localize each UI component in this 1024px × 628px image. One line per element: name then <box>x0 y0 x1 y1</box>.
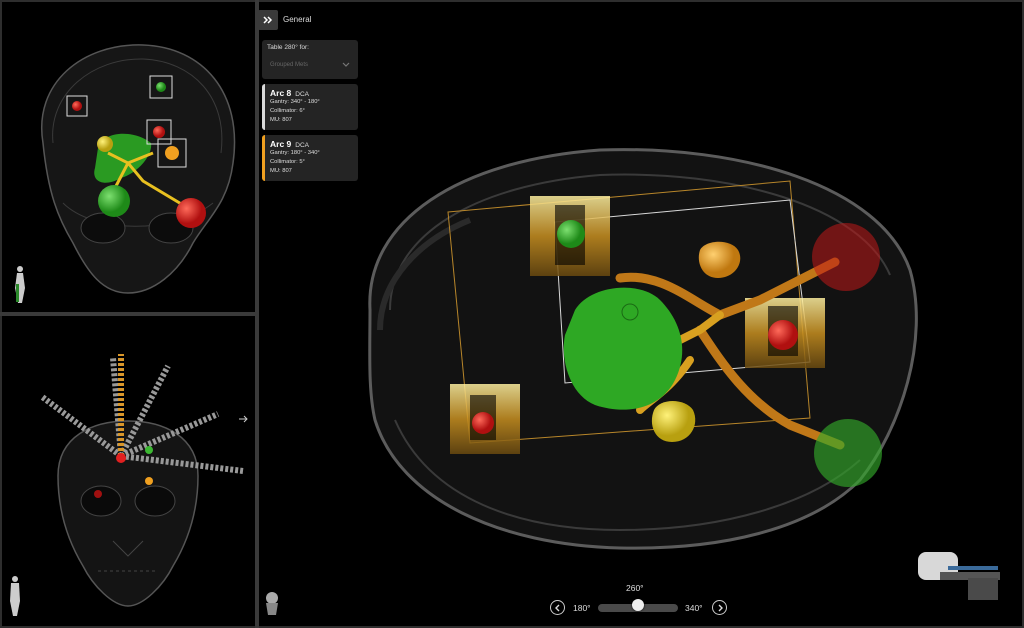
arc-gantry: Gantry: 180° - 340° <box>270 150 320 156</box>
table-selector-card: Table 280° for: Grouped Mets <box>262 40 358 79</box>
slider-min-label: 180° <box>573 603 591 613</box>
slider-prev-button[interactable] <box>550 600 565 615</box>
linac-machine-icon <box>918 552 1000 600</box>
skull-render <box>41 44 236 294</box>
view-3d-anterior[interactable] <box>3 3 255 312</box>
arc-mu: MU: 807 <box>270 116 292 123</box>
arc-color-stripe <box>262 84 265 130</box>
chevron-right-icon <box>718 604 723 611</box>
slider-next-button[interactable] <box>712 600 727 615</box>
skull-front-render <box>57 420 199 607</box>
arc-collimator: Collimator: 5° <box>270 158 305 165</box>
table-label: Table 280° for: <box>267 44 309 51</box>
slider-max-label: 340° <box>685 603 703 613</box>
arc-name: Arc 9 <box>270 139 292 149</box>
double-chevron-right-icon <box>263 16 273 24</box>
slider-current-value: 260° <box>626 583 644 593</box>
arc-type: DCA <box>295 91 309 98</box>
target-orange <box>145 477 153 485</box>
horizontal-divider[interactable] <box>0 312 257 316</box>
arc-mu: MU: 807 <box>270 167 292 174</box>
target-green <box>145 446 153 454</box>
chevron-down-icon <box>342 62 350 67</box>
gantry-slider-thumb[interactable] <box>632 599 644 611</box>
target-red-dim <box>94 490 102 498</box>
chevron-left-icon <box>554 604 559 611</box>
view-beam-arrangement[interactable] <box>3 316 255 624</box>
view-3d-main[interactable] <box>259 3 1021 624</box>
arc-type: DCA <box>295 142 309 149</box>
orientation-head-icon <box>266 592 278 615</box>
orientation-figure-icon <box>10 576 20 616</box>
arc-card-9[interactable]: Arc 9 DCA Gantry: 180° - 340° Collimator:… <box>262 135 358 181</box>
target-red <box>116 453 126 463</box>
grouped-mets-dropdown[interactable]: Grouped Mets <box>267 58 353 71</box>
arc-card-8[interactable]: Arc 8 DCA Gantry: 340° - 180° Collimator:… <box>262 84 358 130</box>
arc-color-stripe <box>262 135 265 181</box>
dropdown-placeholder: Grouped Mets <box>270 61 309 68</box>
panel-title: General <box>283 15 312 24</box>
arc-name: Arc 8 <box>270 88 292 98</box>
arrow-right-icon <box>239 415 248 423</box>
orientation-figure-icon <box>15 266 25 303</box>
panel-toggle-button[interactable] <box>258 10 278 30</box>
arc-collimator: Collimator: 6° <box>270 107 305 114</box>
arc-gantry: Gantry: 340° - 180° <box>270 99 320 105</box>
